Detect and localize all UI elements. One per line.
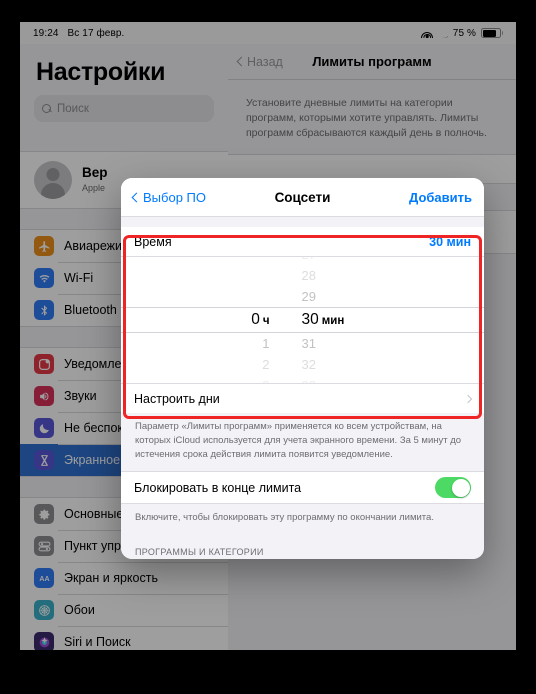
- control-center-icon: [34, 536, 54, 556]
- toggle-knob: [451, 478, 470, 497]
- search-container: Поиск: [20, 95, 228, 131]
- display-icon: AA: [34, 568, 54, 588]
- time-row-value: 30 мин: [429, 234, 471, 249]
- back-button[interactable]: Назад: [236, 54, 283, 69]
- limit-footnote: Параметр «Лимиты программ» применяется к…: [135, 421, 462, 460]
- status-bar-right: 75 %: [421, 28, 516, 39]
- sidebar-item-label: Основные: [64, 507, 124, 521]
- battery-icon: [481, 28, 503, 38]
- picker-minute-below-2: 33: [292, 375, 400, 383]
- moon-icon: [34, 418, 54, 438]
- wifi-icon: [421, 28, 434, 38]
- sidebar-item-экран-и-яркость[interactable]: AA Экран и яркость: [20, 562, 228, 594]
- block-at-limit-toggle[interactable]: [435, 477, 471, 499]
- picker-minute-selected: 30 мин: [292, 307, 400, 333]
- picker-column-minutes[interactable]: 27 28 29 30мин 31 32 33: [292, 257, 400, 383]
- time-row[interactable]: Время 30 мин: [121, 227, 484, 257]
- sidebar-item-обои[interactable]: Обои: [20, 594, 228, 626]
- siri-icon: [34, 632, 54, 650]
- picker-minute-below-1: 32: [301, 357, 316, 372]
- app-limit-modal: Выбор ПО Соцсети Добавить Время 30 мин 0…: [121, 178, 484, 559]
- search-input[interactable]: Поиск: [34, 95, 214, 122]
- svg-text:AA: AA: [39, 576, 49, 583]
- picker-hour-unit: ч: [262, 315, 270, 327]
- block-at-limit-label: Блокировать в конце лимита: [134, 480, 302, 495]
- modal-spacer-top: [121, 217, 484, 227]
- picker-hour-selected-value: 0: [251, 311, 260, 328]
- notifications-icon: [34, 354, 54, 374]
- configure-days-row[interactable]: Настроить дни: [121, 383, 484, 413]
- sidebar-item-siri-и-поиск[interactable]: Siri и Поиск: [20, 626, 228, 650]
- picker-minute-above-0: 29: [301, 289, 316, 304]
- apps-group-header: ПРОГРАММЫ И КАТЕГОРИИ: [135, 547, 264, 558]
- picker-hour-above-1: [206, 265, 286, 286]
- sidebar-item-label: Экран и яркость: [64, 571, 158, 585]
- block-footnote: Включите, чтобы блокировать эту программ…: [135, 512, 434, 524]
- modal-nav-bar: Выбор ПО Соцсети Добавить: [121, 178, 484, 217]
- picker-hour-above-0: [206, 286, 286, 307]
- picker-minute-above-2: 27: [292, 257, 400, 265]
- picker-minute-selected-value: 30: [301, 311, 319, 328]
- picker-hour-below-1: 2: [262, 357, 270, 372]
- account-name: Вер: [82, 165, 108, 181]
- modal-back-button[interactable]: Выбор ПО: [131, 189, 206, 205]
- bluetooth-icon: [34, 300, 54, 320]
- block-at-limit-row[interactable]: Блокировать в конце лимита: [121, 471, 484, 505]
- sounds-icon: [34, 386, 54, 406]
- wallpaper-icon: [34, 600, 54, 620]
- moon-icon: [439, 28, 448, 38]
- picker-hour-below-0: 1: [262, 336, 270, 351]
- time-row-label: Время: [134, 234, 172, 249]
- status-time: 19:24: [33, 27, 59, 39]
- status-bar-left: 19:24 Вс 17 февр.: [20, 28, 124, 39]
- gear-icon: [34, 504, 54, 524]
- account-text: Вер Apple: [82, 165, 108, 195]
- account-subtitle: Apple: [82, 183, 106, 194]
- picker-minute-above-1: 28: [301, 268, 316, 283]
- airplane-icon: [34, 236, 54, 256]
- chevron-right-icon: [463, 394, 473, 403]
- chevron-left-icon: [236, 56, 247, 67]
- status-date: Вс 17 февр.: [67, 27, 125, 39]
- search-placeholder: Поиск: [57, 102, 89, 115]
- detail-description: Установите дневные лимиты на категории п…: [246, 97, 487, 140]
- avatar: [34, 161, 72, 199]
- wifi-icon: [34, 268, 54, 288]
- picker-minute-unit: мин: [321, 315, 345, 327]
- sidebar-item-label: Bluetooth: [64, 303, 117, 317]
- picker-column-hours[interactable]: 0ч 1 2 3: [206, 257, 292, 383]
- sidebar-item-label: Звуки: [64, 389, 97, 403]
- chevron-left-icon: [131, 192, 142, 202]
- sidebar-item-label: Siri и Поиск: [64, 635, 131, 649]
- picker-hour-below-2: 3: [206, 375, 286, 383]
- picker-hours-items: 0ч 1 2 3: [206, 257, 292, 383]
- screenshot-root: 19:24 Вс 17 февр. 75 % Настройки Поиск В…: [0, 0, 536, 694]
- detail-nav-bar: Назад Лимиты программ: [228, 44, 516, 80]
- back-button-label: Назад: [247, 54, 283, 69]
- add-button[interactable]: Добавить: [409, 190, 472, 205]
- modal-back-label: Выбор ПО: [143, 189, 206, 205]
- battery-percent-label: 75 %: [452, 27, 476, 39]
- search-icon: [42, 103, 52, 114]
- picker-hour-selected: 0ч: [206, 307, 286, 333]
- picker-hour-above-2: [206, 257, 286, 265]
- sidebar-item-label: Wi-Fi: [64, 271, 94, 285]
- duration-picker[interactable]: 0ч 1 2 3 27 28 29 30м: [121, 257, 484, 383]
- page-title: Настройки: [36, 58, 166, 86]
- picker-minute-below-0: 31: [301, 336, 316, 351]
- ipad-screen: 19:24 Вс 17 февр. 75 % Настройки Поиск В…: [20, 22, 516, 650]
- picker-minutes-items: 27 28 29 30мин 31 32 33: [292, 257, 400, 383]
- sidebar-item-label: Обои: [64, 603, 95, 617]
- modal-body: Время 30 мин 0ч 1 2 28 29 30 мин 31 32 Н…: [121, 217, 484, 559]
- status-bar: 19:24 Вс 17 февр. 75 %: [20, 22, 516, 44]
- configure-days-label: Настроить дни: [134, 391, 220, 406]
- hourglass-icon: [34, 450, 54, 470]
